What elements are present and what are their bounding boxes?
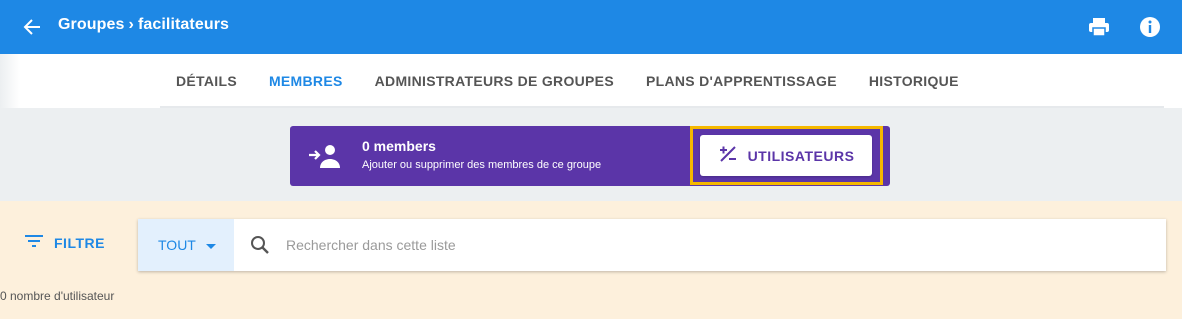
tab-learning-plans[interactable]: PLANS D'APPRENTISSAGE: [630, 54, 853, 108]
scope-dropdown[interactable]: TOUT: [138, 219, 234, 271]
add-person-icon: [308, 143, 342, 169]
users-button[interactable]: UTILISATEURS: [700, 135, 872, 176]
filter-lines-icon: [24, 234, 44, 251]
search-input[interactable]: [286, 233, 1146, 257]
user-count: 0 nombre d'utilisateur: [0, 289, 115, 303]
breadcrumb-separator: ›: [128, 16, 134, 33]
members-count: 0 members: [362, 138, 436, 154]
app-header: Groupes › facilitateurs: [0, 0, 1182, 54]
breadcrumb-item-groups[interactable]: Groupes: [58, 16, 125, 34]
filter-label: FILTRE: [54, 234, 105, 251]
search-bar: TOUT: [138, 219, 1166, 271]
tab-bar: DÉTAILS MEMBRES ADMINISTRATEURS DE GROUP…: [0, 54, 1182, 108]
chevron-down-icon: [205, 243, 216, 249]
info-icon[interactable]: [1138, 15, 1162, 39]
tab-details[interactable]: DÉTAILS: [160, 54, 253, 108]
tab-history[interactable]: HISTORIQUE: [853, 54, 975, 108]
users-button-label: UTILISATEURS: [747, 147, 855, 164]
tab-members[interactable]: MEMBRES: [252, 54, 359, 108]
tab-group-admins[interactable]: ADMINISTRATEURS DE GROUPES: [359, 54, 630, 108]
back-arrow-icon[interactable]: [20, 15, 44, 39]
filter-button[interactable]: FILTRE: [24, 234, 105, 251]
print-icon[interactable]: [1088, 16, 1110, 38]
search-icon: [250, 235, 270, 255]
breadcrumb: Groupes › facilitateurs: [58, 16, 229, 34]
scope-value: TOUT: [158, 237, 196, 253]
breadcrumb-item-current: facilitateurs: [137, 16, 230, 33]
members-subtitle: Ajouter ou supprimer des membres de ce g…: [362, 159, 602, 171]
plus-minus-icon: [718, 144, 738, 167]
